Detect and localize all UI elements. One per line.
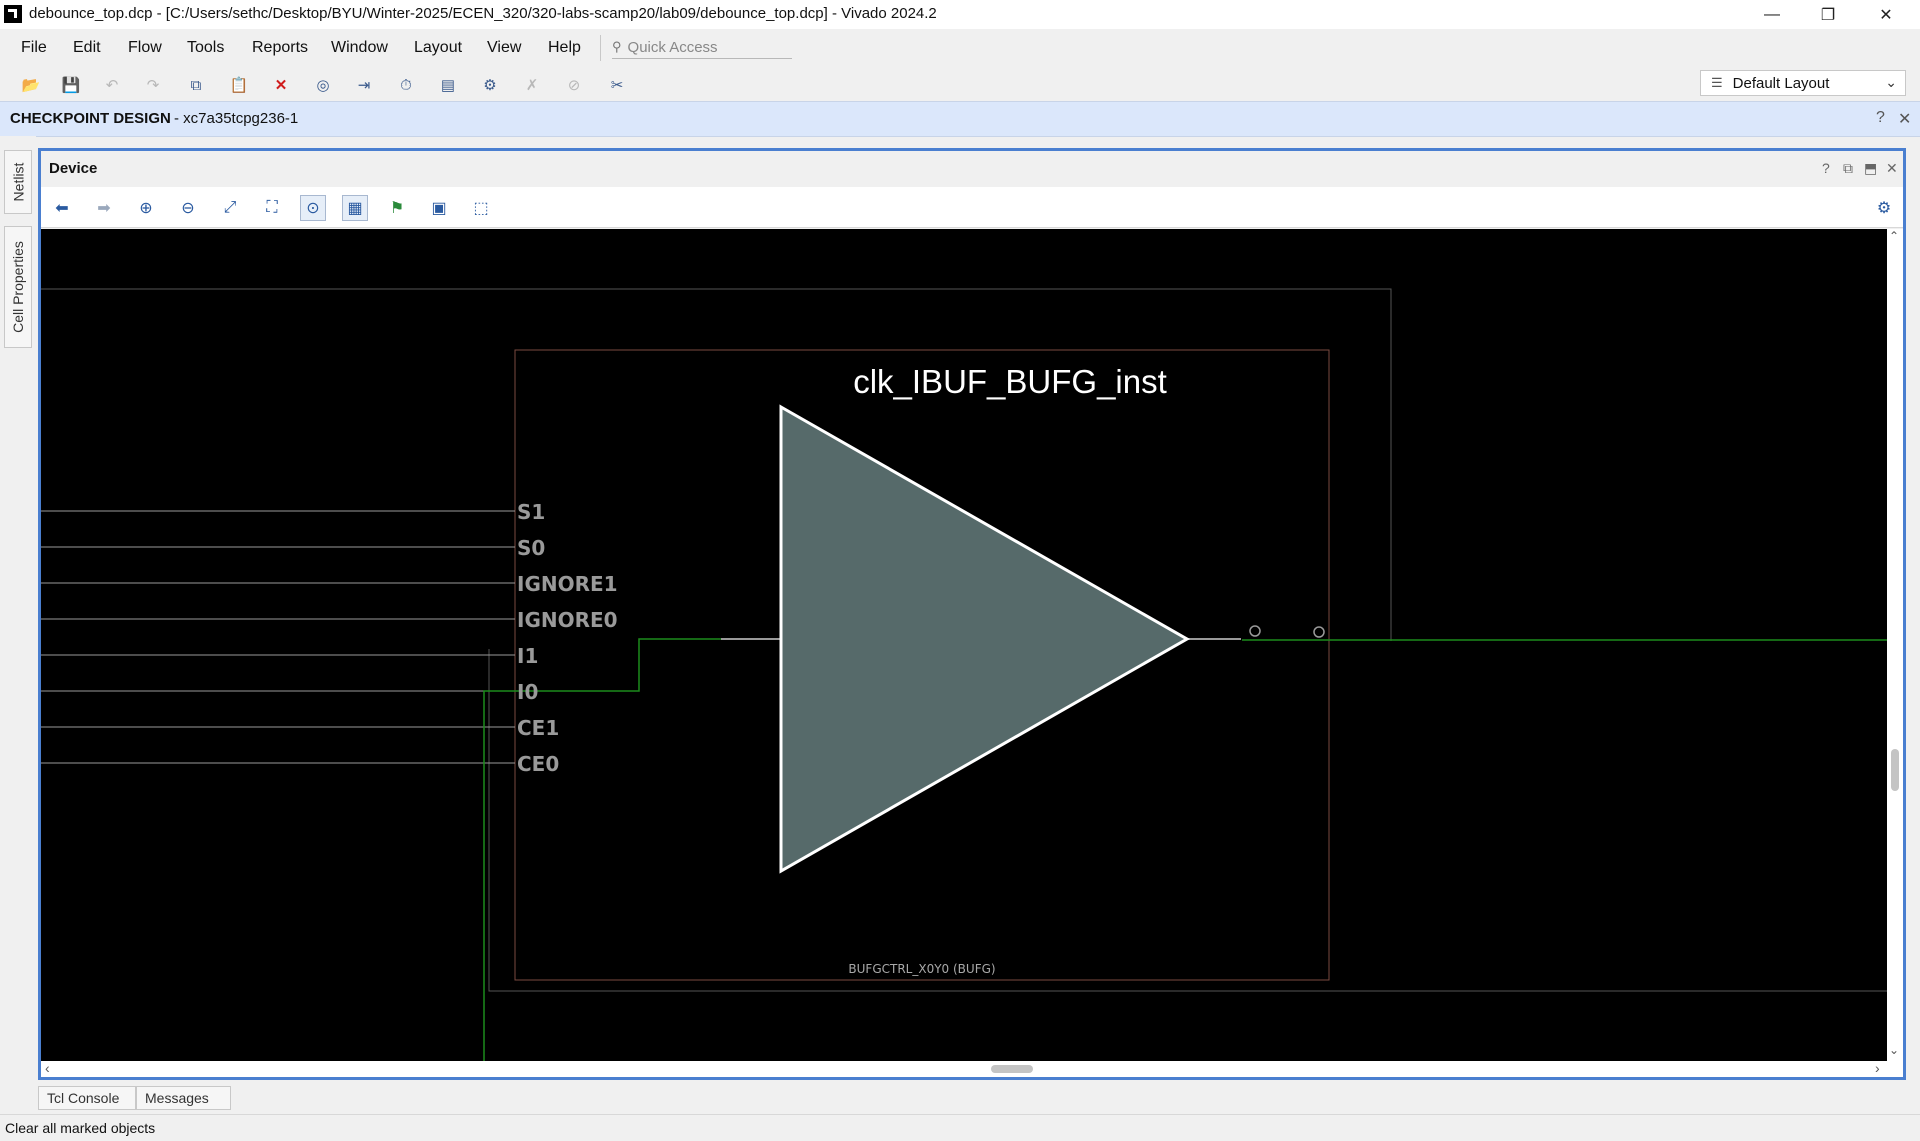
checkpoint-design-header: CHECKPOINT DESIGN - xc7a35tcpg236-1 ? ✕ bbox=[0, 101, 1920, 137]
scroll-right-icon[interactable]: › bbox=[1875, 1060, 1880, 1076]
zoom-out-icon[interactable]: ⊖ bbox=[175, 195, 201, 221]
horizontal-scrollbar[interactable]: ‹ › bbox=[41, 1060, 1903, 1077]
device-canvas[interactable]: clk_IBUF_BUFG_inst S1 S0 IGNORE1 IGNORE0… bbox=[41, 229, 1887, 1061]
scroll-up-icon[interactable]: ⌃ bbox=[1889, 229, 1899, 243]
pin-label: CE1 bbox=[517, 716, 559, 740]
tile-outline bbox=[488, 649, 1887, 992]
site-label: BUFGCTRL_X0Y0 (BUFG) bbox=[848, 962, 995, 976]
help-icon[interactable]: ? bbox=[1822, 160, 1830, 176]
tab-netlist[interactable]: Netlist bbox=[4, 150, 32, 214]
layout-select-value: Default Layout bbox=[1732, 74, 1830, 92]
probe-disabled-icon[interactable]: ⊘ bbox=[563, 74, 585, 96]
maximize-panel-icon[interactable]: ⬒ bbox=[1864, 160, 1877, 177]
window-title: debounce_top.dcp - [C:/Users/sethc/Deskt… bbox=[29, 5, 937, 22]
routing-resources-icon[interactable]: ▦ bbox=[342, 195, 368, 221]
checkpoint-part: - xc7a35tcpg236-1 bbox=[174, 110, 299, 127]
forward-icon[interactable]: ➡ bbox=[91, 195, 117, 221]
quick-access-search[interactable]: ⚲ Quick Access bbox=[612, 36, 792, 59]
close-window-button[interactable]: ✕ bbox=[1858, 0, 1914, 29]
close-icon[interactable]: ✕ bbox=[1898, 109, 1911, 129]
pin-label: S1 bbox=[517, 500, 545, 524]
layout-list-icon: ☰ bbox=[1711, 75, 1723, 90]
zoom-in-icon[interactable]: ⊕ bbox=[133, 195, 159, 221]
status-bar: Clear all marked objects bbox=[0, 1114, 1920, 1141]
tab-cell-properties[interactable]: Cell Properties bbox=[4, 226, 32, 348]
pin-label: CE0 bbox=[517, 752, 559, 776]
add-pblock-icon[interactable]: ⚑ bbox=[384, 195, 410, 221]
pin-label: IGNORE0 bbox=[517, 608, 618, 632]
menu-file[interactable]: File bbox=[21, 39, 47, 57]
bottom-tab-bar: Tcl Console Messages bbox=[36, 1084, 1920, 1112]
tools-disabled-icon[interactable]: ✗ bbox=[521, 74, 543, 96]
vivado-logo-icon bbox=[4, 5, 22, 23]
device-toolbar: ⬅ ➡ ⊕ ⊖ ⤢ ⛶ ⊙ ▦ ⚑ ▣ ⬚ ⚙ bbox=[41, 187, 1903, 228]
pin-label: IGNORE1 bbox=[517, 572, 618, 596]
back-icon[interactable]: ⬅ bbox=[49, 195, 75, 221]
pin-label: S0 bbox=[517, 536, 545, 560]
pin-label: I1 bbox=[517, 644, 538, 668]
device-panel-title: Device bbox=[49, 160, 98, 177]
device-settings-icon[interactable]: ⚙ bbox=[1871, 195, 1897, 221]
search-icon: ⚲ bbox=[612, 39, 622, 54]
restore-panel-icon[interactable]: ⧉ bbox=[1843, 160, 1853, 177]
tile-outline bbox=[41, 288, 1392, 641]
device-view-svg: clk_IBUF_BUFG_inst S1 S0 IGNORE1 IGNORE0… bbox=[41, 288, 1887, 1061]
vertical-scroll-thumb[interactable] bbox=[1891, 749, 1899, 791]
menu-window[interactable]: Window bbox=[331, 39, 388, 57]
undo-icon[interactable]: ↶ bbox=[101, 74, 123, 96]
output-pin-marker[interactable] bbox=[1249, 625, 1261, 637]
paste-icon[interactable]: 📋 bbox=[228, 74, 250, 96]
menu-help[interactable]: Help bbox=[548, 39, 581, 57]
menu-separator bbox=[600, 35, 601, 61]
checkpoint-title: CHECKPOINT DESIGN bbox=[10, 110, 171, 127]
help-icon[interactable]: ? bbox=[1876, 109, 1885, 127]
device-panel: Device ? ⧉ ⬒ ✕ ⬅ ➡ ⊕ ⊖ ⤢ ⛶ ⊙ ▦ ⚑ ▣ ⬚ ⚙ c… bbox=[38, 148, 1906, 1080]
menu-flow[interactable]: Flow bbox=[128, 39, 162, 57]
run-icon[interactable]: ⇥ bbox=[353, 74, 375, 96]
vertical-scrollbar[interactable]: ⌃ ⌄ bbox=[1887, 229, 1903, 1061]
minimize-button[interactable]: — bbox=[1744, 0, 1800, 29]
select-area-icon[interactable]: ⬚ bbox=[468, 195, 494, 221]
bufg-buffer-symbol[interactable] bbox=[779, 404, 1191, 874]
horizontal-scroll-thumb[interactable] bbox=[991, 1065, 1033, 1073]
left-side-tab-strip: Netlist Cell Properties bbox=[0, 136, 36, 1110]
redo-icon[interactable]: ↷ bbox=[142, 74, 164, 96]
delete-icon[interactable]: ✕ bbox=[270, 74, 292, 96]
scroll-down-icon[interactable]: ⌄ bbox=[1889, 1043, 1899, 1057]
menu-view[interactable]: View bbox=[487, 39, 521, 57]
menu-tools[interactable]: Tools bbox=[187, 39, 224, 57]
auto-fit-icon[interactable]: ⊙ bbox=[300, 195, 326, 221]
settings-icon[interactable]: ⚙ bbox=[479, 74, 501, 96]
cut-net-icon[interactable]: ✂ bbox=[606, 74, 628, 96]
main-toolbar: 📂 💾 ↶ ↷ ⧉ 📋 ✕ ◎ ⇥ ⏱ ▤ ⚙ ✗ ⊘ ✂ ☰ Default … bbox=[0, 70, 1920, 100]
output-pin-marker[interactable] bbox=[1313, 626, 1325, 638]
timer-icon[interactable]: ⏱ bbox=[395, 74, 417, 96]
menu-reports[interactable]: Reports bbox=[252, 39, 308, 57]
layout-select[interactable]: ☰ Default Layout ⌄ bbox=[1700, 70, 1906, 96]
menu-edit[interactable]: Edit bbox=[73, 39, 101, 57]
binoculars-icon[interactable]: ◎ bbox=[312, 74, 334, 96]
chevron-down-icon: ⌄ bbox=[1885, 74, 1897, 90]
instance-name-label: clk_IBUF_BUFG_inst bbox=[853, 363, 1167, 400]
tab-messages[interactable]: Messages bbox=[136, 1086, 231, 1110]
status-text: Clear all marked objects bbox=[5, 1120, 156, 1136]
zoom-selection-icon[interactable]: ⛶ bbox=[259, 195, 285, 221]
title-bar: debounce_top.dcp - [C:/Users/sethc/Deskt… bbox=[0, 0, 1920, 29]
copy-icon[interactable]: ⧉ bbox=[185, 74, 207, 96]
close-panel-icon[interactable]: ✕ bbox=[1886, 160, 1898, 177]
scroll-left-icon[interactable]: ‹ bbox=[45, 1060, 50, 1076]
open-project-icon[interactable]: 📂 bbox=[20, 74, 42, 96]
menu-bar: File Edit Flow Tools Reports Window Layo… bbox=[0, 29, 1920, 70]
menu-layout[interactable]: Layout bbox=[414, 39, 462, 57]
layers-icon[interactable]: ▣ bbox=[426, 195, 452, 221]
device-panel-header: Device ? ⧉ ⬒ ✕ bbox=[41, 151, 1903, 187]
quick-access-placeholder: Quick Access bbox=[627, 38, 718, 56]
report-icon[interactable]: ▤ bbox=[437, 74, 459, 96]
save-icon[interactable]: 💾 bbox=[60, 74, 82, 96]
tab-tcl-console[interactable]: Tcl Console bbox=[38, 1086, 136, 1110]
restore-button[interactable]: ❐ bbox=[1800, 0, 1856, 29]
pin-label: I0 bbox=[517, 680, 538, 704]
zoom-fit-icon[interactable]: ⤢ bbox=[217, 195, 243, 221]
